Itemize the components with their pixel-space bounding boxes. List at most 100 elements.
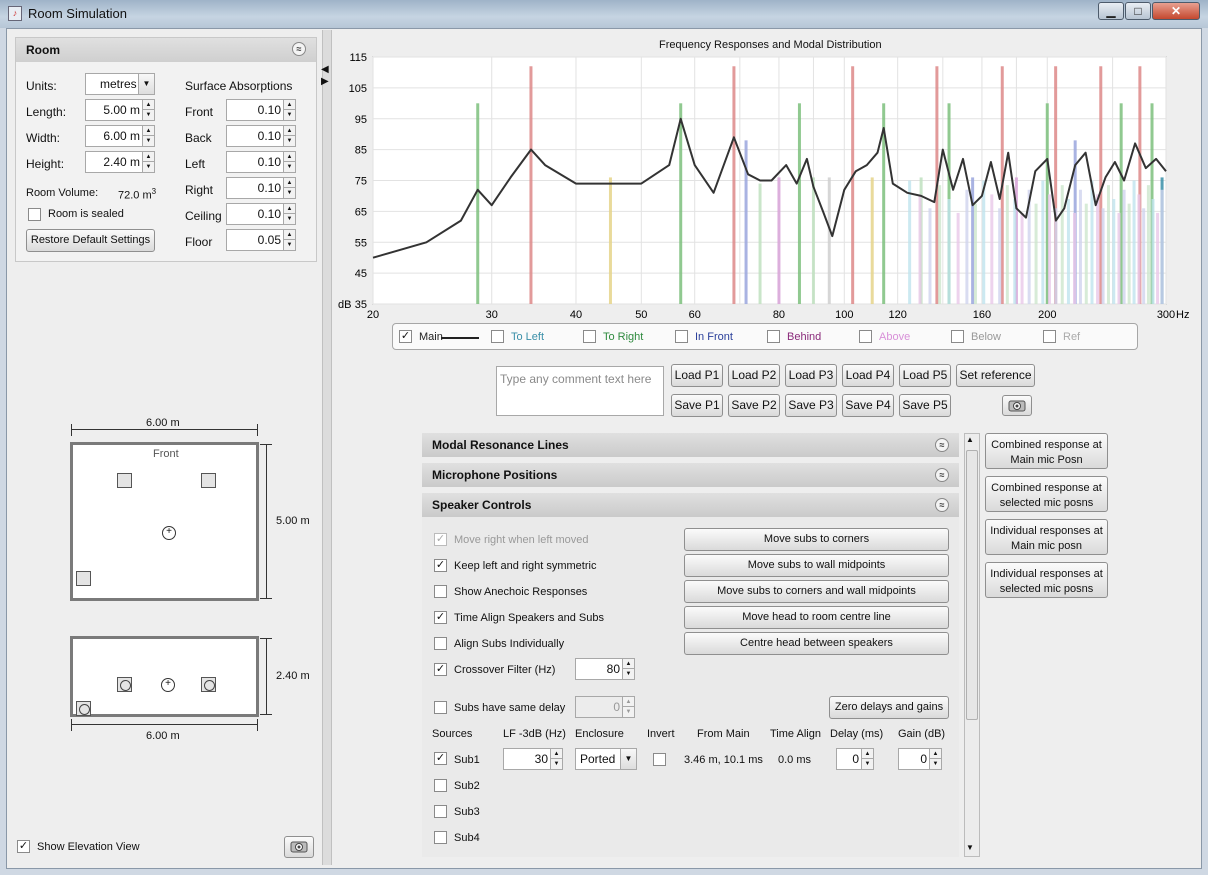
speaker-option-checkbox[interactable]	[434, 585, 447, 598]
speaker-option-checkbox[interactable]: ✓	[434, 559, 447, 572]
legend-checkbox-in-front[interactable]	[675, 330, 688, 343]
spin-up-icon[interactable]: ▲	[142, 100, 154, 110]
maximize-button[interactable]: □	[1125, 2, 1151, 20]
sub-checkbox[interactable]	[434, 779, 447, 792]
spin-down-icon[interactable]: ▼	[142, 110, 154, 120]
absorption-floor-spinner[interactable]: 0.05 ▲ ▼	[226, 229, 296, 251]
expand-icon[interactable]: ≈	[935, 438, 949, 452]
minimize-button[interactable]: ▁	[1098, 2, 1124, 20]
mic-positions-section-header[interactable]: Microphone Positions ≈	[422, 463, 959, 487]
left-speaker-elev-icon[interactable]	[117, 677, 132, 692]
room-panel-header[interactable]: Room ≈	[16, 38, 316, 62]
split-right-icon[interactable]: ▶	[321, 76, 329, 87]
scroll-thumb[interactable]	[966, 450, 978, 720]
speaker-option-checkbox[interactable]	[434, 637, 447, 650]
spin-down-icon[interactable]: ▼	[283, 240, 295, 250]
sub-elev-icon[interactable]	[76, 701, 91, 716]
camera-icon[interactable]	[1002, 395, 1032, 416]
spin-up-icon[interactable]: ▲	[929, 749, 941, 759]
height-spinner[interactable]: 2.40 m ▲ ▼	[85, 151, 155, 173]
side-response-button-3[interactable]: Individual responses at selected mic posn…	[985, 562, 1108, 598]
sub1-delay-spinner[interactable]: 0 ▲ ▼	[836, 748, 874, 770]
legend-checkbox-behind[interactable]	[767, 330, 780, 343]
speaker-controls-section-header[interactable]: Speaker Controls ≈	[422, 493, 959, 517]
speaker-option-checkbox[interactable]: ✓	[434, 611, 447, 624]
spin-up-icon[interactable]: ▲	[861, 749, 873, 759]
side-response-button-1[interactable]: Combined response at selected mic posns	[985, 476, 1108, 512]
spin-down-icon[interactable]: ▼	[283, 214, 295, 224]
sub1-lf-spinner[interactable]: 30 ▲ ▼	[503, 748, 563, 770]
spin-up-icon[interactable]: ▲	[142, 152, 154, 162]
spin-down-icon[interactable]: ▼	[283, 188, 295, 198]
absorption-left-spinner[interactable]: 0.10 ▲ ▼	[226, 151, 296, 173]
collapse-icon[interactable]: ≈	[292, 42, 306, 56]
listener-head-elev-icon[interactable]: +	[161, 678, 175, 692]
zero-delays-button[interactable]: Zero delays and gains	[829, 696, 949, 719]
legend-checkbox-below[interactable]	[951, 330, 964, 343]
spin-down-icon[interactable]: ▼	[929, 759, 941, 769]
move-button-0[interactable]: Move subs to corners	[684, 528, 949, 551]
expand-icon[interactable]: ≈	[935, 468, 949, 482]
spin-up-icon[interactable]: ▲	[550, 749, 562, 759]
legend-checkbox-to-left[interactable]	[491, 330, 504, 343]
side-response-button-0[interactable]: Combined response at Main mic Posn	[985, 433, 1108, 469]
spin-down-icon[interactable]: ▼	[861, 759, 873, 769]
show-elevation-checkbox[interactable]: ✓	[17, 840, 30, 853]
spin-up-icon[interactable]: ▲	[283, 230, 295, 240]
splitter[interactable]: ◀ ▶	[321, 30, 332, 865]
legend-checkbox-above[interactable]	[859, 330, 872, 343]
move-button-2[interactable]: Move subs to corners and wall midpoints	[684, 580, 949, 603]
load-p2-button[interactable]: Load P2	[728, 364, 780, 387]
close-button[interactable]: ✕	[1152, 2, 1200, 20]
right-speaker-icon[interactable]	[201, 473, 216, 488]
absorption-ceiling-spinner[interactable]: 0.10 ▲ ▼	[226, 203, 296, 225]
spin-down-icon[interactable]: ▼	[142, 162, 154, 172]
plan-view[interactable]: Front +	[70, 442, 259, 601]
sub-checkbox[interactable]	[434, 805, 447, 818]
absorption-right-spinner[interactable]: 0.10 ▲ ▼	[226, 177, 296, 199]
collapse-icon[interactable]: ≈	[935, 498, 949, 512]
length-spinner[interactable]: 5.00 m ▲ ▼	[85, 99, 155, 121]
chevron-down-icon[interactable]: ▼	[620, 749, 636, 769]
absorption-back-spinner[interactable]: 0.10 ▲ ▼	[226, 125, 296, 147]
save-p3-button[interactable]: Save P3	[785, 394, 837, 417]
spin-up-icon[interactable]: ▲	[142, 126, 154, 136]
left-speaker-icon[interactable]	[117, 473, 132, 488]
sub-checkbox[interactable]	[434, 831, 447, 844]
restore-defaults-button[interactable]: Restore Default Settings	[26, 229, 155, 252]
elevation-view[interactable]: +	[70, 636, 259, 717]
save-p5-button[interactable]: Save P5	[899, 394, 951, 417]
load-p3-button[interactable]: Load P3	[785, 364, 837, 387]
save-p4-button[interactable]: Save P4	[842, 394, 894, 417]
spin-up-icon[interactable]: ▲	[622, 659, 634, 669]
spin-up-icon[interactable]: ▲	[283, 204, 295, 214]
units-select[interactable]: metres ▼	[85, 73, 155, 95]
load-p5-button[interactable]: Load P5	[899, 364, 951, 387]
load-p1-button[interactable]: Load P1	[671, 364, 723, 387]
save-p2-button[interactable]: Save P2	[728, 394, 780, 417]
spin-up-icon[interactable]: ▲	[283, 100, 295, 110]
listener-head-icon[interactable]: +	[162, 526, 176, 540]
move-button-1[interactable]: Move subs to wall midpoints	[684, 554, 949, 577]
save-p1-button[interactable]: Save P1	[671, 394, 723, 417]
scroll-down-icon[interactable]: ▼	[966, 843, 974, 852]
width-spinner[interactable]: 6.00 m ▲ ▼	[85, 125, 155, 147]
set-reference-button[interactable]: Set reference	[956, 364, 1035, 387]
chevron-down-icon[interactable]: ▼	[138, 74, 154, 94]
legend-checkbox-main[interactable]: ✓	[399, 330, 412, 343]
same-delay-checkbox[interactable]	[434, 701, 447, 714]
sub1-gain-spinner[interactable]: 0 ▲ ▼	[898, 748, 942, 770]
spin-down-icon[interactable]: ▼	[283, 136, 295, 146]
spin-down-icon[interactable]: ▼	[622, 669, 634, 679]
spin-up-icon[interactable]: ▲	[283, 178, 295, 188]
right-speaker-elev-icon[interactable]	[201, 677, 216, 692]
sub-speaker-icon[interactable]	[76, 571, 91, 586]
legend-checkbox-ref[interactable]	[1043, 330, 1056, 343]
split-left-icon[interactable]: ◀	[321, 64, 329, 75]
load-p4-button[interactable]: Load P4	[842, 364, 894, 387]
spin-down-icon[interactable]: ▼	[142, 136, 154, 146]
camera-icon[interactable]	[284, 836, 314, 858]
comment-textarea[interactable]: Type any comment text here	[496, 366, 664, 416]
scroll-up-icon[interactable]: ▲	[966, 435, 974, 444]
absorption-front-spinner[interactable]: 0.10 ▲ ▼	[226, 99, 296, 121]
